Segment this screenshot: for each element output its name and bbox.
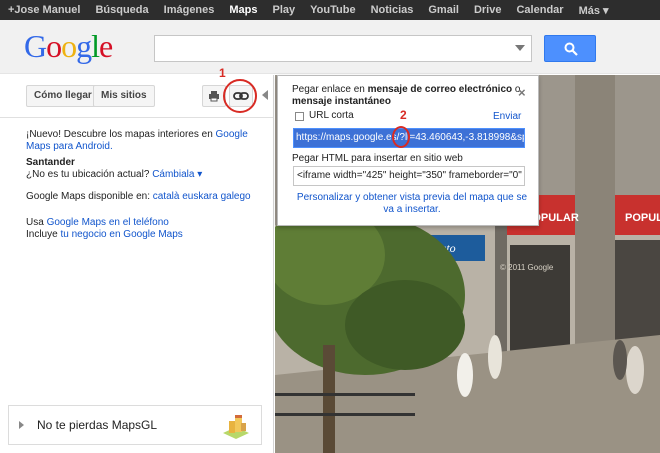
topbar-item-5[interactable]: YouTube [310,4,355,16]
paste-im-bold: mensaje instantáneo [292,96,391,107]
paste-link-instructions: Pegar enlace en mensaje de correo electr… [292,84,524,108]
printer-icon [209,91,219,102]
location-question-text: ¿No es tu ubicación actual? [26,169,153,180]
maps-phone-link[interactable]: Google Maps en el teléfono [47,217,169,228]
streetview-watermark: © 2011 Google [500,263,554,272]
paste-prefix: Pegar enlace en [292,84,368,95]
popular-sign-2: POPUL [625,212,660,224]
annotation-number-2: 2 [400,108,407,122]
left-panel: Cómo llegar Mis sitios ¡Nuevo! Descubre … [0,75,274,453]
topbar-item-4[interactable]: Play [273,4,296,16]
include-label: Incluye [26,229,61,240]
google-logo[interactable]: Google [24,28,113,65]
customize-embed-link[interactable]: Personalizar y obtener vista previa del … [292,192,532,216]
promo-text: ¡Nuevo! Descubre los mapas interiores en [26,129,216,140]
send-link[interactable]: Enviar [493,111,521,122]
indoor-maps-promo: ¡Nuevo! Descubre los mapas interiores en… [26,129,251,153]
lang-link-galego[interactable]: galego [221,191,251,202]
divider [0,117,273,118]
search-input[interactable] [154,35,532,62]
topbar-item-3[interactable]: Maps [229,4,257,16]
short-url-label: URL corta [309,110,354,121]
topbar-item-10[interactable]: Más ▾ [579,4,609,17]
search-icon [564,42,578,56]
languages-line: Google Maps disponible en: català euskar… [26,191,251,203]
lang-link-euskara[interactable]: euskara [182,191,218,202]
topbar-item-8[interactable]: Drive [474,4,502,16]
mapsgl-promo[interactable]: No te pierdas MapsGL [8,405,262,445]
topbar-item-2[interactable]: Imágenes [164,4,215,16]
directions-button[interactable]: Cómo llegar [26,85,100,107]
logo-letter: o [46,28,62,64]
topbar-item-7[interactable]: Gmail [428,4,459,16]
use-label: Usa [26,217,47,228]
search-dropdown-icon[interactable] [515,45,525,51]
buildings-icon [223,415,249,439]
lang-link-catala[interactable]: català [153,191,180,202]
annotation-circle-1 [223,79,257,113]
my-places-button[interactable]: Mis sitios [93,85,155,107]
logo-letter: l [91,28,100,64]
expand-arrow-icon [19,421,24,429]
topbar-item-1[interactable]: Búsqueda [95,4,148,16]
short-url-checkbox[interactable] [295,112,304,121]
close-popup-icon[interactable]: × [518,85,526,100]
business-link[interactable]: tu negocio en Google Maps [60,229,182,240]
mapsgl-label: No te pierdas MapsGL [37,418,158,432]
collapse-panel-icon[interactable] [262,90,268,100]
business-line: Incluye tu negocio en Google Maps [26,229,183,241]
embed-html-label: Pegar HTML para insertar en sitio web [292,153,463,164]
annotation-circle-2 [392,126,410,148]
languages-label: Google Maps disponible en: [26,191,153,202]
current-city: Santander [26,157,75,168]
logo-letter: G [24,28,47,64]
logo-letter: g [76,28,92,64]
location-question: ¿No es tu ubicación actual? Cámbiala ▾ [26,169,202,181]
logo-letter: e [99,28,113,64]
topbar-item-0[interactable]: +Jose Manuel [8,4,80,16]
annotation-number-1: 1 [219,66,226,80]
paste-email-bold: mensaje de correo electrónico [367,84,513,95]
logo-letter: o [61,28,77,64]
link-share-popup: Pegar enlace en mensaje de correo electr… [277,75,539,226]
change-location-link[interactable]: Cámbiala ▾ [152,169,202,180]
search-button[interactable] [544,35,596,62]
topbar-item-6[interactable]: Noticias [371,4,414,16]
mobile-line: Usa Google Maps en el teléfono [26,217,169,229]
topbar-item-9[interactable]: Calendar [516,4,563,16]
embed-html-field[interactable]: <iframe width="425" height="350" framebo… [293,166,525,186]
google-top-bar: +Jose Manuel Búsqueda Imágenes Maps Play YouT… [0,0,660,20]
header: Google [0,20,660,74]
